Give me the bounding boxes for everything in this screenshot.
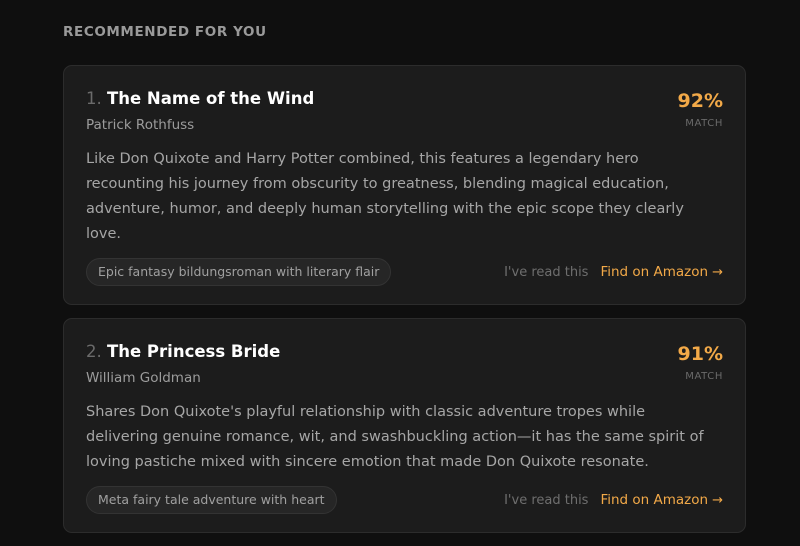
book-author: William Goldman xyxy=(86,370,201,386)
book-title-line: 1. The Name of the Wind xyxy=(86,89,314,109)
amazon-link-label: Find on Amazon xyxy=(600,264,709,280)
genre-tag: Epic fantasy bildungsroman with literary… xyxy=(86,258,392,286)
book-info: 2. The Princess Bride William Goldman xyxy=(86,342,280,387)
book-rank: 2. xyxy=(86,342,102,361)
arrow-right-icon: → xyxy=(712,264,723,280)
book-description: Like Don Quixote and Harry Potter combin… xyxy=(86,151,684,242)
book-title: The Name of the Wind xyxy=(107,89,315,108)
card-header: 1. The Name of the Wind Patrick Rothfuss… xyxy=(86,89,723,134)
recommendation-list: 1. The Name of the Wind Patrick Rothfuss… xyxy=(63,65,746,546)
amazon-link-label: Find on Amazon xyxy=(600,492,709,508)
arrow-right-icon: → xyxy=(712,492,723,508)
card-header: 2. The Princess Bride William Goldman 91… xyxy=(86,342,723,387)
find-on-amazon-link[interactable]: Find on Amazon → xyxy=(600,264,723,280)
match-score: 92% MATCH xyxy=(678,90,723,129)
genre-tag: Meta fairy tale adventure with heart xyxy=(86,486,337,514)
book-description: Shares Don Quixote's playful relationshi… xyxy=(86,404,704,470)
book-title-line: 2. The Princess Bride xyxy=(86,342,280,362)
recommendation-card: 1. The Name of the Wind Patrick Rothfuss… xyxy=(63,65,746,305)
match-percentage: 92% xyxy=(677,90,723,112)
card-actions: I've read this Find on Amazon → xyxy=(504,264,723,280)
book-author: Patrick Rothfuss xyxy=(86,117,195,133)
book-info: 1. The Name of the Wind Patrick Rothfuss xyxy=(86,89,314,134)
card-footer: Epic fantasy bildungsroman with literary… xyxy=(86,258,723,286)
find-on-amazon-link[interactable]: Find on Amazon → xyxy=(600,492,723,508)
recommendation-card: 2. The Princess Bride William Goldman 91… xyxy=(63,318,746,533)
section-title: RECOMMENDED FOR YOU xyxy=(63,24,267,40)
match-percentage: 91% xyxy=(677,343,723,365)
book-rank: 1. xyxy=(86,89,102,108)
match-label: MATCH xyxy=(685,371,723,382)
match-score: 91% MATCH xyxy=(678,343,723,382)
card-footer: Meta fairy tale adventure with heart I'v… xyxy=(86,486,723,514)
match-label: MATCH xyxy=(685,118,723,129)
book-title: The Princess Bride xyxy=(107,342,281,361)
mark-read-button[interactable]: I've read this xyxy=(504,493,588,508)
card-actions: I've read this Find on Amazon → xyxy=(504,492,723,508)
mark-read-button[interactable]: I've read this xyxy=(504,265,588,280)
